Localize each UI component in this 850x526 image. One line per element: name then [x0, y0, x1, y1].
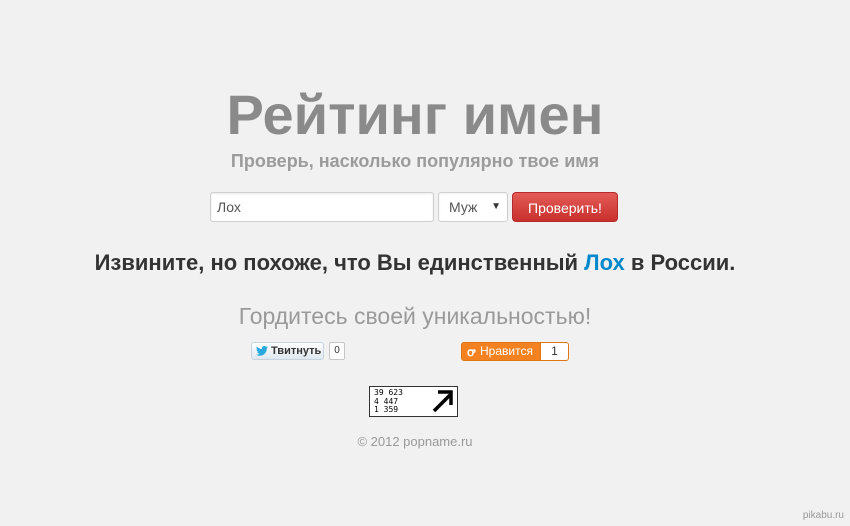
gender-selected-value: Муж — [449, 199, 478, 215]
watermark: pikabu.ru — [802, 510, 844, 521]
tweet-button[interactable]: Твитнуть — [251, 342, 324, 360]
result-message: Извините, но похоже, что Вы единственный… — [0, 249, 830, 277]
proud-message: Гордитесь своей уникальностью! — [238, 303, 592, 329]
tweet-label: Твитнуть — [271, 345, 322, 357]
ok-like-button[interactable]: ꝍ Нравится — [461, 342, 541, 361]
arrow-up-right-icon — [432, 390, 453, 413]
result-suffix: в России. — [624, 250, 736, 275]
page-title: Рейтинг имен — [226, 83, 604, 146]
copyright: © 2012 popname.ru — [357, 434, 473, 449]
result-prefix: Извините, но похоже, что Вы единственный — [94, 250, 585, 275]
ok-like-label: Нравится — [480, 344, 533, 358]
name-input[interactable] — [210, 192, 434, 222]
visit-counter[interactable]: 39 623 4 447 1 359 — [369, 386, 458, 417]
gender-select[interactable]: Муж ▼ — [438, 192, 508, 222]
ok-like-count: 1 — [541, 342, 569, 361]
page-subtitle: Проверь, насколько популярно твое имя — [230, 151, 600, 171]
check-button[interactable]: Проверить! — [512, 192, 618, 222]
tweet-count: 0 — [329, 342, 345, 360]
counter-values: 39 623 4 447 1 359 — [374, 388, 403, 415]
counter-line: 1 359 — [374, 405, 399, 414]
twitter-bird-icon — [256, 346, 268, 356]
result-name: Лох — [584, 250, 625, 275]
odnoklassniki-icon: ꝍ — [467, 345, 476, 359]
dropdown-arrow-icon: ▼ — [491, 201, 501, 212]
